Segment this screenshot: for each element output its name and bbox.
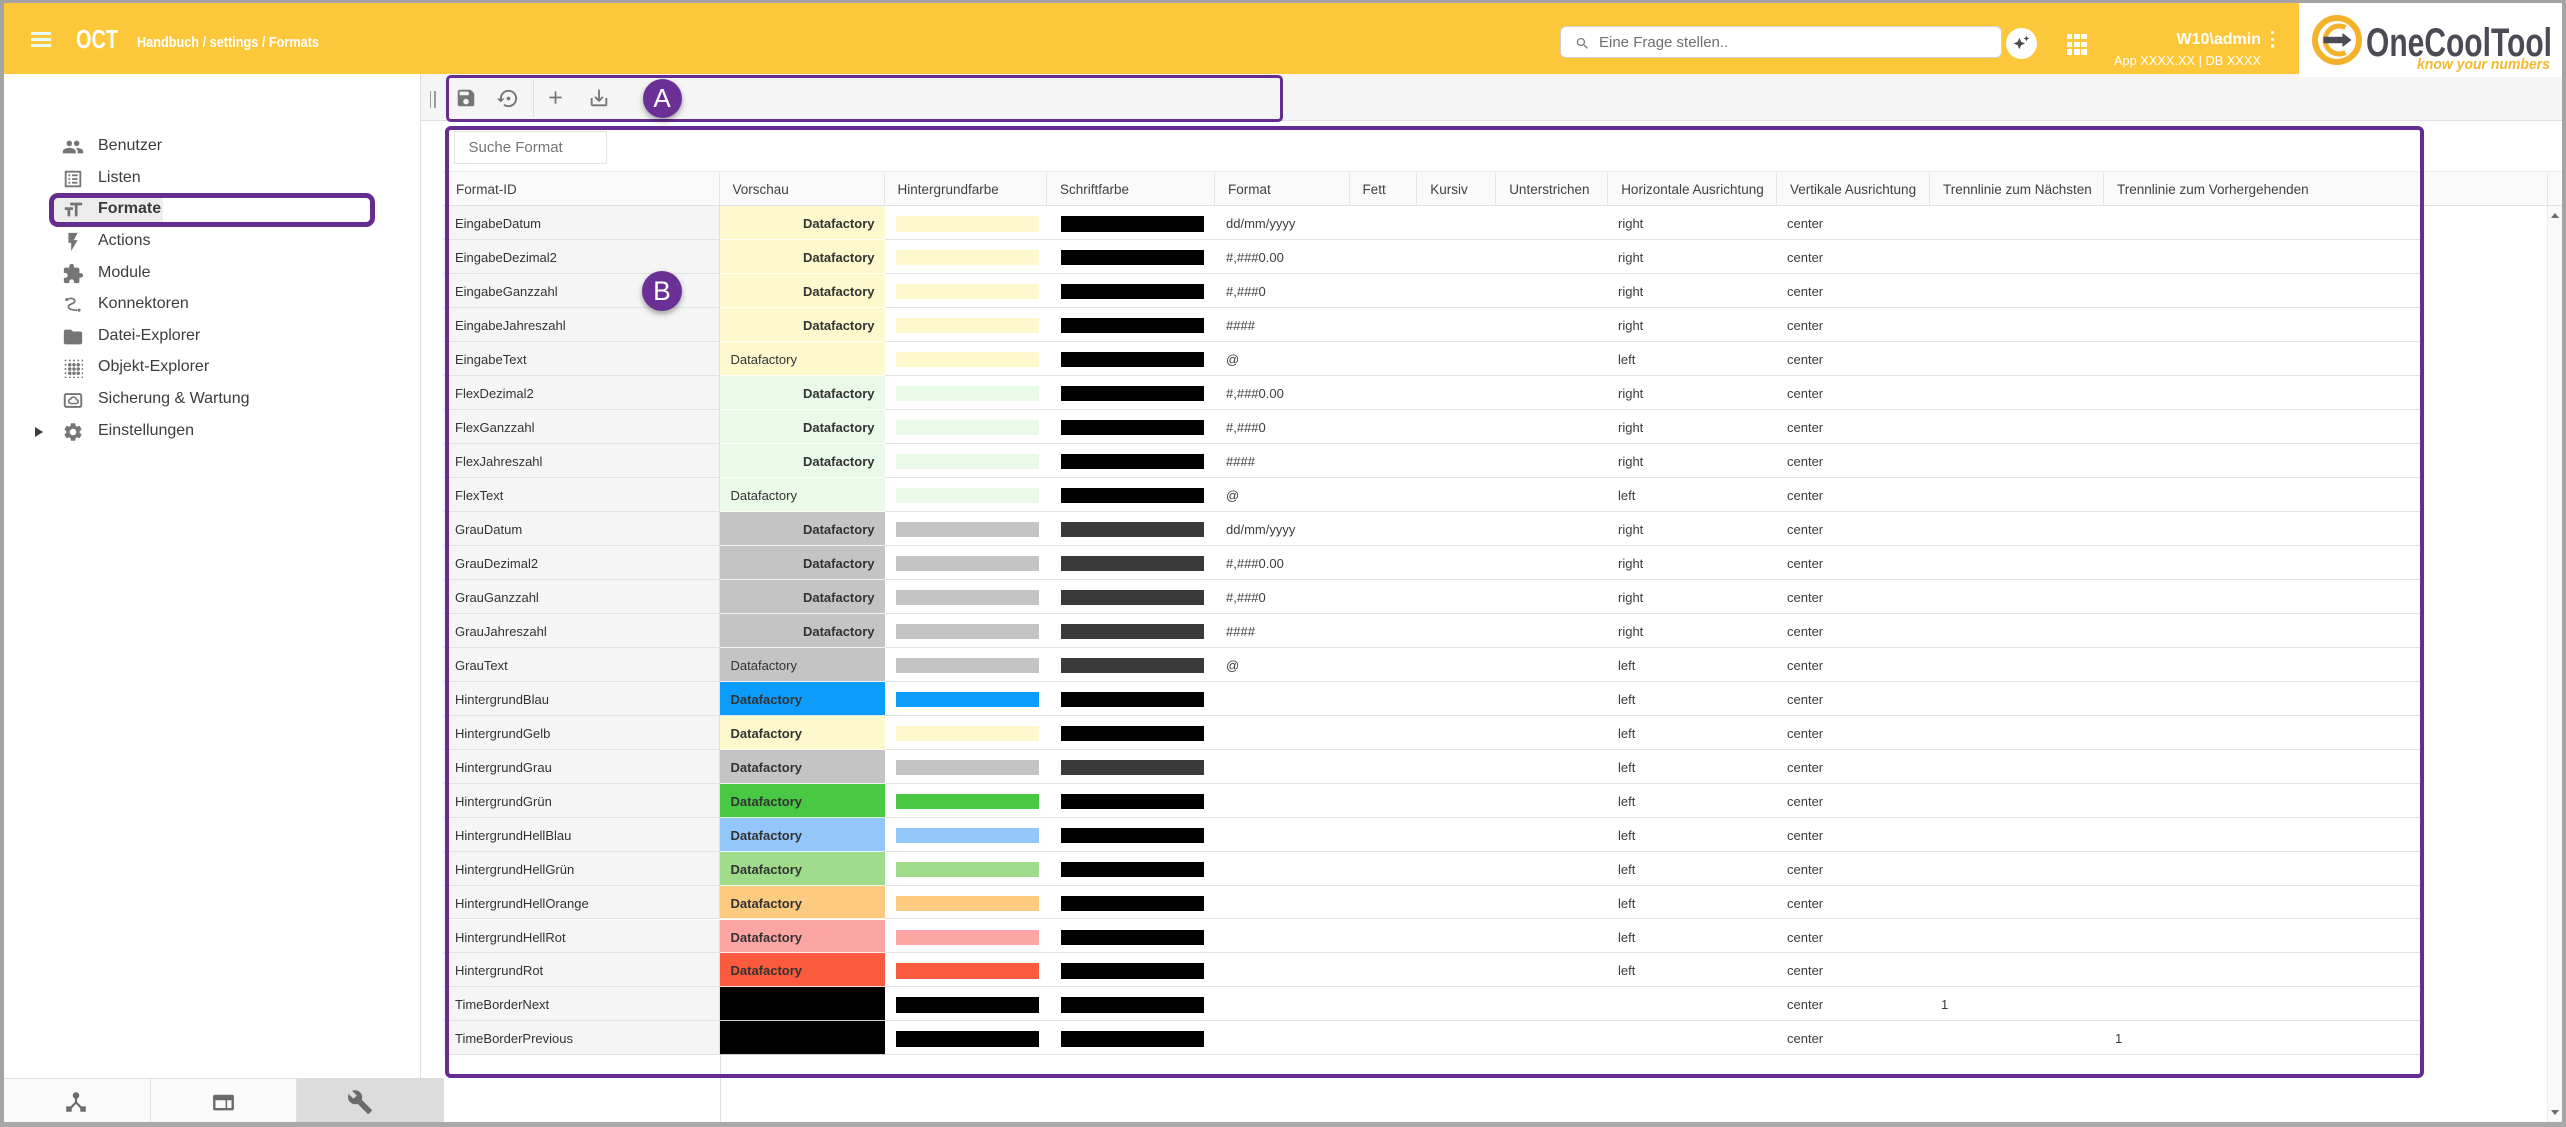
svg-text:OCT: OCT (76, 25, 118, 53)
svg-text:Handbuch / settings / Formats: Handbuch / settings / Formats (137, 35, 319, 51)
svg-text:know your numbers: know your numbers (2417, 56, 2550, 73)
